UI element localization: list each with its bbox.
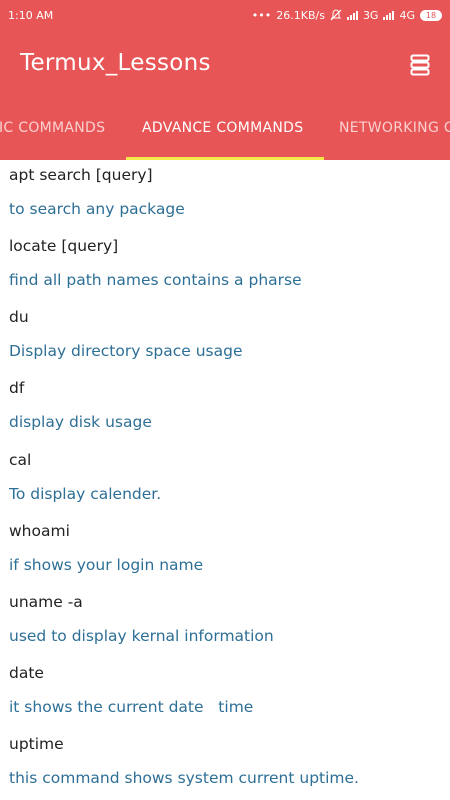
command-name: df <box>9 379 25 397</box>
tab-basic-commands[interactable]: IC COMMANDS <box>0 120 105 136</box>
command-description: display disk usage <box>9 413 152 431</box>
command-description: To display calender. <box>9 485 162 503</box>
signal-icon-2 <box>383 10 395 20</box>
network-speed: 26.1KB/s <box>276 8 325 22</box>
status-time: 1:10 AM <box>8 8 54 22</box>
status-bar: 1:10 AM ••• 26.1KB/s 3G 4G 18 <box>0 0 450 30</box>
network-4g: 4G <box>399 8 415 22</box>
command-description: it shows the current date time <box>9 698 254 716</box>
command-description: this command shows system current uptime… <box>9 769 359 787</box>
mute-icon <box>330 9 342 21</box>
list-item[interactable]: du Display directory space usage <box>9 305 439 363</box>
command-name: cal <box>9 451 32 469</box>
command-description: if shows your login name <box>9 556 204 574</box>
battery-icon: 18 <box>420 9 442 21</box>
signal-icon-1 <box>346 10 358 20</box>
list-item[interactable]: apt search [query] to search any package <box>9 163 439 221</box>
command-description: to search any package <box>9 200 185 218</box>
network-3g: 3G <box>362 8 379 22</box>
list-item[interactable]: locate [query] find all path names conta… <box>9 234 439 292</box>
command-name: date <box>9 664 44 682</box>
command-description: Display directory space usage <box>9 342 243 360</box>
command-description: used to display kernal information <box>9 627 274 645</box>
tab-bar: IC COMMANDS ADVANCE COMMANDS NETWORKING … <box>0 102 450 160</box>
more-notifications-icon: ••• <box>251 8 272 22</box>
command-name: locate [query] <box>9 237 119 255</box>
list-item[interactable]: date it shows the current date time <box>9 661 439 719</box>
app-bar: Termux_Lessons <box>0 30 450 102</box>
app-title: Termux_Lessons <box>20 50 211 76</box>
list-item[interactable]: whoami if shows your login name <box>9 519 439 577</box>
command-name: uname -a <box>9 593 83 611</box>
list-item[interactable]: cal To display calender. <box>9 448 439 506</box>
list-item[interactable]: df display disk usage <box>9 376 439 434</box>
tab-advance-commands[interactable]: ADVANCE COMMANDS <box>142 120 303 136</box>
tab-networking-commands[interactable]: NETWORKING C <box>339 120 450 136</box>
list-item[interactable]: uptime this command shows system current… <box>9 732 439 790</box>
battery-level: 18 <box>425 10 437 20</box>
command-name: uptime <box>9 735 64 753</box>
command-name: du <box>9 308 29 326</box>
list-item[interactable]: uname -a used to display kernal informat… <box>9 590 439 648</box>
status-indicators: ••• 26.1KB/s 3G 4G 18 <box>252 9 442 22</box>
command-list[interactable]: apt search [query] to search any package… <box>0 160 450 800</box>
command-description: find all path names contains a pharse <box>9 271 302 289</box>
command-name: apt search [query] <box>9 166 153 184</box>
list-stack-icon[interactable] <box>410 54 430 76</box>
command-name: whoami <box>9 522 70 540</box>
